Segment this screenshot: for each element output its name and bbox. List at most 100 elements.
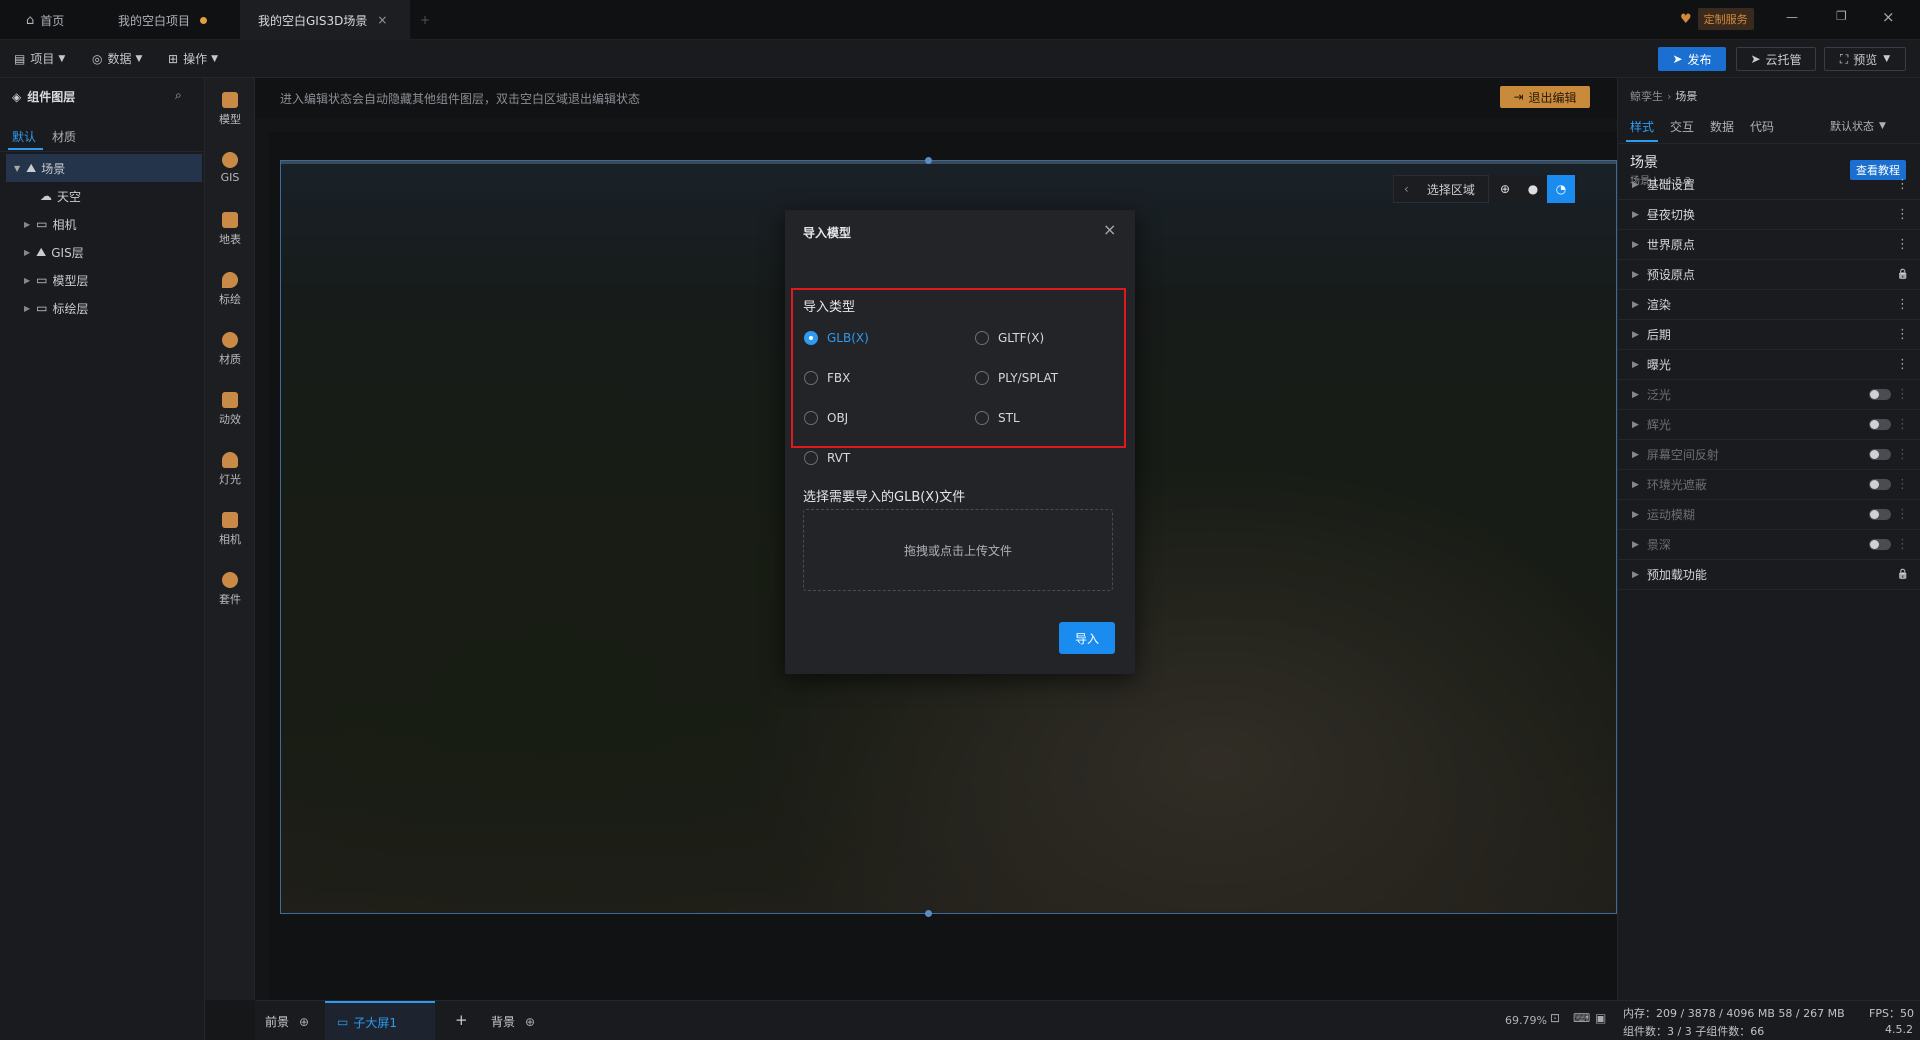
add-icon[interactable]: +	[455, 1011, 468, 1029]
radio-ply-splat[interactable]: PLY/SPLAT	[975, 371, 1058, 385]
more-icon[interactable]: ⋮	[1896, 357, 1909, 372]
close-icon[interactable]: ×	[1103, 220, 1116, 239]
sphere-icon[interactable]: ●	[1519, 182, 1547, 196]
palette-gis[interactable]: GIS	[205, 152, 255, 184]
more-icon[interactable]: ⋮	[1896, 417, 1909, 432]
toggle-switch[interactable]	[1869, 449, 1891, 460]
publish-button[interactable]: ➤ 发布	[1658, 47, 1726, 71]
section-11[interactable]: ▶ 运动模糊 ⋮	[1618, 500, 1920, 530]
tab-code[interactable]: 代码	[1750, 118, 1774, 135]
radio-rvt[interactable]: RVT	[804, 451, 850, 465]
section-9[interactable]: ▶ 屏幕空间反射 ⋮	[1618, 440, 1920, 470]
section-4[interactable]: ▶ 渲染 ⋮	[1618, 290, 1920, 320]
tree-item-scene[interactable]: ▼ ⛰ 场景	[6, 154, 202, 182]
section-5[interactable]: ▶ 后期 ⋮	[1618, 320, 1920, 350]
toggle-switch[interactable]	[1869, 539, 1891, 550]
new-tab-button[interactable]: +	[420, 0, 440, 40]
window-close-icon[interactable]: ×	[1882, 8, 1895, 26]
exit-icon: ⇥	[1513, 90, 1524, 104]
cloud-host-button[interactable]: ➤ 云托管	[1736, 47, 1816, 71]
section-13[interactable]: ▶ 预加载功能 🔒	[1618, 560, 1920, 590]
section-8[interactable]: ▶ 辉光 ⋮	[1618, 410, 1920, 440]
more-icon[interactable]: ⋮	[1896, 177, 1909, 192]
breadcrumb-parent[interactable]: 鲸孪生	[1630, 88, 1663, 104]
more-icon[interactable]: ⋮	[1896, 207, 1909, 222]
toggle-switch[interactable]	[1869, 509, 1891, 520]
section-3[interactable]: ▶ 预设原点 🔒	[1618, 260, 1920, 290]
toggle-switch[interactable]	[1869, 479, 1891, 490]
tree-item-gis[interactable]: ▶ ⛰ GIS层	[6, 238, 202, 266]
toggle-switch[interactable]	[1869, 419, 1891, 430]
palette-marker[interactable]: 标绘	[205, 272, 255, 307]
radio-glbx[interactable]: GLB(X)	[804, 331, 869, 345]
tab-background[interactable]: 背景 ⊕	[491, 1013, 535, 1030]
close-icon[interactable]: ×	[377, 13, 387, 27]
more-icon[interactable]: ⋮	[1896, 477, 1909, 492]
select-region-button[interactable]: ‹ 选择区域	[1393, 175, 1489, 203]
import-button[interactable]: 导入	[1059, 622, 1115, 654]
restore-icon[interactable]: ❐	[1836, 9, 1847, 23]
tab-home[interactable]: ⌂ 首页	[14, 0, 94, 40]
resize-handle[interactable]	[925, 910, 932, 917]
radio-label: FBX	[827, 371, 851, 385]
tree-item-sky[interactable]: ☁ 天空	[6, 182, 202, 210]
palette-camera[interactable]: 相机	[205, 512, 255, 547]
radio-obj[interactable]: OBJ	[804, 411, 848, 425]
state-select[interactable]: 默认状态 ▼	[1830, 118, 1886, 134]
more-icon[interactable]: ⋮	[1896, 327, 1909, 342]
palette-model[interactable]: 模型	[205, 92, 255, 127]
tree-item-plot-layer[interactable]: ▶ ▭ 标绘层	[6, 294, 202, 322]
more-icon[interactable]: ⋮	[1896, 537, 1909, 552]
menu-data[interactable]: ◎ 数据 ▼	[92, 50, 142, 67]
add-circle-icon[interactable]: ⊕	[299, 1015, 309, 1029]
tree-item-model-layer[interactable]: ▶ ▭ 模型层	[6, 266, 202, 294]
section-7[interactable]: ▶ 泛光 ⋮	[1618, 380, 1920, 410]
minimize-icon[interactable]: —	[1786, 10, 1798, 24]
resize-handle[interactable]	[925, 157, 932, 164]
menu-project[interactable]: ▤ 项目 ▼	[14, 50, 65, 67]
tab-default[interactable]: 默认	[12, 128, 36, 145]
search-icon[interactable]: ⌕	[175, 88, 182, 103]
more-icon[interactable]: ⋮	[1896, 387, 1909, 402]
section-1[interactable]: ▶ 昼夜切换 ⋮	[1618, 200, 1920, 230]
tab-foreground[interactable]: 前景 ⊕	[265, 1013, 309, 1030]
tab-scene[interactable]: 我的空白GIS3D场景 ×	[240, 0, 410, 40]
add-circle-icon[interactable]: ⊕	[525, 1015, 535, 1029]
upload-dropzone[interactable]: 拖拽或点击上传文件	[803, 509, 1113, 591]
toggle-switch[interactable]	[1869, 389, 1891, 400]
tab-interaction[interactable]: 交互	[1670, 118, 1694, 135]
more-icon[interactable]: ⋮	[1896, 297, 1909, 312]
zoom-level[interactable]: 69.79%	[1505, 1014, 1547, 1027]
orbit-icon[interactable]: ◔	[1547, 175, 1575, 203]
tree-item-camera[interactable]: ▶ ▭ 相机	[6, 210, 202, 238]
fit-screen-icon[interactable]: ⊡	[1550, 1011, 1560, 1025]
section-6[interactable]: ▶ 曝光 ⋮	[1618, 350, 1920, 380]
globe-grid-icon[interactable]: ⊕	[1491, 182, 1519, 196]
radio-stl[interactable]: STL	[975, 411, 1020, 425]
service-button[interactable]: ♥ 定制服务	[1680, 8, 1754, 30]
palette-light[interactable]: 灯光	[205, 452, 255, 487]
keyboard-icon[interactable]: ⌨	[1573, 1011, 1590, 1025]
tab-project[interactable]: 我的空白项目	[100, 0, 240, 40]
preview-button[interactable]: ⛶ 预览 ▼	[1824, 47, 1906, 71]
section-12[interactable]: ▶ 景深 ⋮	[1618, 530, 1920, 560]
more-icon[interactable]: ⋮	[1896, 507, 1909, 522]
palette-effect[interactable]: 动效	[205, 392, 255, 427]
radio-fbx[interactable]: FBX	[804, 371, 850, 385]
tab-material[interactable]: 材质	[52, 128, 76, 145]
palette-kit[interactable]: 套件	[205, 572, 255, 607]
radio-gltfx[interactable]: GLTF(X)	[975, 331, 1044, 345]
exit-edit-button[interactable]: ⇥ 退出编辑	[1500, 86, 1590, 108]
section-10[interactable]: ▶ 环境光遮蔽 ⋮	[1618, 470, 1920, 500]
palette-material[interactable]: 材质	[205, 332, 255, 367]
tab-sub-screen[interactable]: ▭ 子大屏1	[325, 1001, 435, 1040]
tab-data[interactable]: 数据	[1710, 118, 1734, 135]
more-icon[interactable]: ⋮	[1896, 237, 1909, 252]
section-2[interactable]: ▶ 世界原点 ⋮	[1618, 230, 1920, 260]
tab-style[interactable]: 样式	[1630, 118, 1654, 135]
section-0[interactable]: ▶ 基础设置 ⋮	[1618, 170, 1920, 200]
terminal-icon[interactable]: ▣	[1595, 1011, 1606, 1025]
more-icon[interactable]: ⋮	[1896, 447, 1909, 462]
menu-operate[interactable]: ⊞ 操作 ▼	[168, 50, 218, 67]
palette-terrain[interactable]: 地表	[205, 212, 255, 247]
